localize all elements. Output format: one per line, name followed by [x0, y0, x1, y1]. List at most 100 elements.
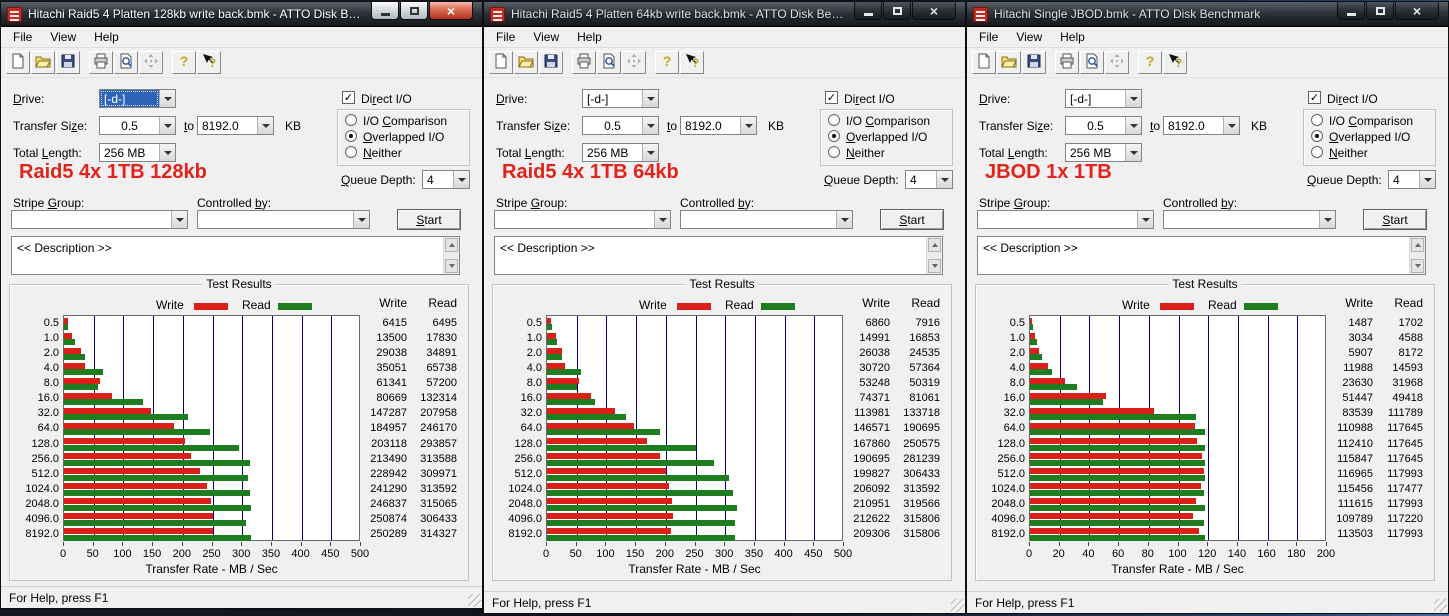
dropdown-arrow-button[interactable]: [1137, 211, 1153, 228]
menu-item-file[interactable]: File: [487, 27, 524, 47]
controlled-by-select[interactable]: [197, 210, 370, 229]
toolbar-button-new-file[interactable]: [489, 51, 513, 74]
menu-item-help[interactable]: Help: [1051, 27, 1094, 47]
toolbar-button-save[interactable]: [56, 51, 80, 74]
overlapped-io-radio[interactable]: [828, 130, 840, 142]
queue-depth-select[interactable]: 4: [905, 170, 953, 189]
close-button[interactable]: ×: [912, 2, 956, 20]
transfer-size-from-select[interactable]: 0.5: [99, 116, 176, 135]
dropdown-arrow-button[interactable]: [642, 144, 658, 161]
io-comparison-radio[interactable]: [828, 114, 840, 126]
neither-radio[interactable]: [828, 146, 840, 158]
dropdown-arrow-button[interactable]: [1419, 171, 1435, 188]
menu-item-file[interactable]: File: [970, 27, 1007, 47]
dropdown-arrow-button[interactable]: [936, 171, 952, 188]
stripe-group-select[interactable]: [494, 210, 671, 229]
scroll-up-button[interactable]: [928, 238, 941, 252]
toolbar-button-save[interactable]: [539, 51, 563, 74]
controlled-by-select[interactable]: [680, 210, 853, 229]
toolbar-button-print-preview[interactable]: [1080, 51, 1104, 74]
close-button[interactable]: ×: [1395, 2, 1439, 20]
minimize-button[interactable]: [854, 2, 882, 20]
dropdown-arrow-button[interactable]: [654, 211, 670, 228]
toolbar-button-print[interactable]: [89, 51, 113, 74]
scroll-down-button[interactable]: [445, 259, 458, 273]
toolbar-button-print[interactable]: [572, 51, 596, 74]
dropdown-arrow-button[interactable]: [171, 211, 187, 228]
toolbar-button-print-preview[interactable]: [114, 51, 138, 74]
description-box[interactable]: << Description >>: [11, 236, 460, 275]
toolbar-button-save[interactable]: [1022, 51, 1046, 74]
resize-grip[interactable]: [951, 599, 964, 612]
menu-item-view[interactable]: View: [1007, 27, 1051, 47]
dropdown-arrow-button[interactable]: [453, 171, 469, 188]
toolbar-button-open-file[interactable]: [514, 51, 538, 74]
transfer-size-from-select[interactable]: 0.5: [1065, 116, 1142, 135]
transfer-size-from-select[interactable]: 0.5: [582, 116, 659, 135]
neither-radio[interactable]: [345, 146, 357, 158]
transfer-size-to-select[interactable]: 8192.0: [1163, 116, 1240, 135]
drive-select[interactable]: [-d-]: [99, 89, 176, 108]
scroll-down-button[interactable]: [1411, 259, 1424, 273]
direct-io-checkbox[interactable]: ✓: [342, 91, 355, 104]
menu-item-help[interactable]: Help: [568, 27, 611, 47]
description-scrollbar[interactable]: [926, 237, 942, 274]
toolbar-button-open-file[interactable]: [31, 51, 55, 74]
dropdown-arrow-button[interactable]: [159, 117, 175, 134]
overlapped-io-radio[interactable]: [1311, 130, 1323, 142]
direct-io-checkbox[interactable]: ✓: [1308, 91, 1321, 104]
stripe-group-select[interactable]: [977, 210, 1154, 229]
toolbar-button-context-help[interactable]: ?: [680, 51, 704, 74]
toolbar-button-help[interactable]: ?: [172, 51, 196, 74]
queue-depth-select[interactable]: 4: [422, 170, 470, 189]
total-length-select[interactable]: 256 MB: [582, 143, 659, 162]
dropdown-arrow-button[interactable]: [159, 90, 175, 107]
start-button[interactable]: Start: [1363, 209, 1427, 230]
start-button[interactable]: Start: [880, 209, 944, 230]
toolbar-button-help[interactable]: ?: [655, 51, 679, 74]
neither-radio[interactable]: [1311, 146, 1323, 158]
toolbar-button-help[interactable]: ?: [1138, 51, 1162, 74]
toolbar-button-context-help[interactable]: ?: [1163, 51, 1187, 74]
close-button[interactable]: ×: [429, 2, 473, 20]
controlled-by-select[interactable]: [1163, 210, 1336, 229]
scroll-down-button[interactable]: [928, 259, 941, 273]
dropdown-arrow-button[interactable]: [836, 211, 852, 228]
dropdown-arrow-button[interactable]: [642, 90, 658, 107]
drive-select[interactable]: [-d-]: [1065, 89, 1142, 108]
drive-select[interactable]: [-d-]: [582, 89, 659, 108]
resize-grip[interactable]: [1434, 599, 1447, 612]
toolbar-button-print-preview[interactable]: [597, 51, 621, 74]
toolbar-button-print[interactable]: [1055, 51, 1079, 74]
direct-io-checkbox[interactable]: ✓: [825, 91, 838, 104]
menu-item-help[interactable]: Help: [85, 27, 128, 47]
maximize-button[interactable]: [883, 2, 911, 20]
dropdown-arrow-button[interactable]: [353, 211, 369, 228]
dropdown-arrow-button[interactable]: [159, 144, 175, 161]
transfer-size-to-select[interactable]: 8192.0: [197, 116, 274, 135]
menu-item-view[interactable]: View: [524, 27, 568, 47]
total-length-select[interactable]: 256 MB: [99, 143, 176, 162]
io-comparison-radio[interactable]: [1311, 114, 1323, 126]
resize-grip[interactable]: [468, 594, 481, 607]
menu-item-file[interactable]: File: [4, 27, 41, 47]
total-length-select[interactable]: 256 MB: [1065, 143, 1142, 162]
dropdown-arrow-button[interactable]: [1319, 211, 1335, 228]
overlapped-io-radio[interactable]: [345, 130, 357, 142]
io-comparison-radio[interactable]: [345, 114, 357, 126]
start-button[interactable]: Start: [397, 209, 461, 230]
stripe-group-select[interactable]: [11, 210, 188, 229]
scroll-up-button[interactable]: [1411, 238, 1424, 252]
dropdown-arrow-button[interactable]: [1125, 144, 1141, 161]
dropdown-arrow-button[interactable]: [1125, 90, 1141, 107]
queue-depth-select[interactable]: 4: [1388, 170, 1436, 189]
toolbar-button-new-file[interactable]: [972, 51, 996, 74]
dropdown-arrow-button[interactable]: [257, 117, 273, 134]
transfer-size-to-select[interactable]: 8192.0: [680, 116, 757, 135]
toolbar-button-context-help[interactable]: ?: [197, 51, 221, 74]
minimize-button[interactable]: [371, 2, 399, 20]
dropdown-arrow-button[interactable]: [1223, 117, 1239, 134]
maximize-button[interactable]: [400, 2, 428, 20]
dropdown-arrow-button[interactable]: [642, 117, 658, 134]
menu-item-view[interactable]: View: [41, 27, 85, 47]
